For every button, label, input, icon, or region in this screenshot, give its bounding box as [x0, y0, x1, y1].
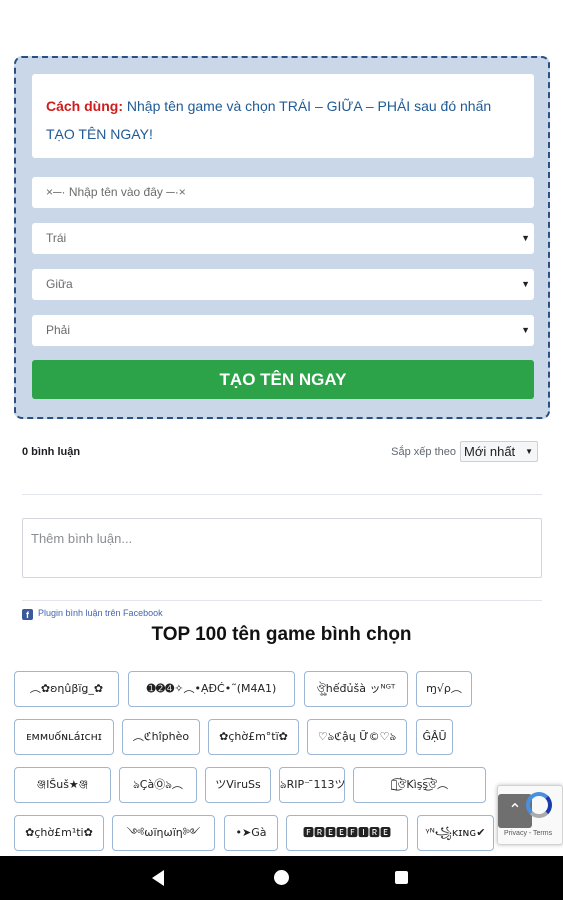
- left-select[interactable]: Trái ▼: [32, 223, 534, 254]
- recent-apps-icon[interactable]: [395, 871, 408, 884]
- name-chip[interactable]: ツViruSs: [205, 767, 271, 803]
- name-chip[interactable]: ➊➋➍✧︵•ẠĐĆ•˜(M4A1): [128, 671, 295, 707]
- name-chip[interactable]: ✿çhờ£m¹ti✿: [14, 815, 104, 851]
- name-chip[interactable]: ঌ͜͡ঔKìşş͜͡ঔ︵: [353, 767, 486, 803]
- instructions-box: Cách dùng: Nhập tên game và chọn TRÁI – …: [32, 74, 534, 158]
- name-input[interactable]: ×─· Nhập tên vào đây ─·×: [32, 177, 534, 208]
- middle-select[interactable]: Giữa ▼: [32, 269, 534, 300]
- page: Cách dùng: Nhập tên game và chọn TRÁI – …: [0, 0, 563, 900]
- add-comment-input[interactable]: Thêm bình luận...: [22, 518, 542, 578]
- sort-label: Sắp xếp theo: [391, 446, 456, 458]
- instructions-label: Cách dùng:: [46, 98, 123, 114]
- plugin-text: Plugin bình luận trên Facebook: [38, 608, 163, 618]
- android-nav-bar: [0, 856, 563, 900]
- middle-select-value: Giữa: [46, 277, 73, 291]
- divider: [22, 494, 542, 495]
- divider: [22, 600, 542, 601]
- name-generator-panel: Cách dùng: Nhập tên game và chọn TRÁI – …: [14, 56, 550, 419]
- name-chip[interactable]: 🅵🆁🅴🅴🅵🅸🆁🅴: [286, 815, 408, 851]
- recaptcha-icon: [526, 792, 552, 818]
- facebook-plugin-link[interactable]: f Plugin bình luận trên Facebook: [22, 608, 163, 620]
- recaptcha-text: Privacy - Terms: [504, 830, 553, 837]
- home-icon[interactable]: [274, 870, 289, 885]
- name-chip[interactable]: ♡ঌℭậų Ữ©♡ঌ: [307, 719, 407, 755]
- left-select-value: Trái: [46, 231, 67, 245]
- name-chip[interactable]: ༺ωïηωïη༻: [112, 815, 215, 851]
- name-chip[interactable]: ঌRIP⁻ ̄113ツ: [279, 767, 345, 803]
- name-chip[interactable]: •➤Gà: [224, 815, 278, 851]
- name-chip[interactable]: ᵞᴺ꧁ᴋɪɴɢ✔: [417, 815, 494, 851]
- comment-count: 0 bình luận: [22, 446, 81, 458]
- sort-select-value: Mới nhất: [464, 444, 516, 459]
- name-chip[interactable]: ঞ্জlŠuš★ঞ্জ: [14, 767, 111, 803]
- name-chip[interactable]: ︵✿ʚηûβïǥ_✿: [14, 671, 119, 707]
- sort-select[interactable]: Mới nhất ▼: [460, 441, 538, 462]
- comments-header: 0 bình luận Sắp xếp theo Mới nhất ▼: [22, 440, 540, 464]
- right-select-value: Phải: [46, 323, 71, 337]
- chevron-down-icon: ▼: [521, 325, 530, 335]
- generate-name-button[interactable]: TẠO TÊN NGAY: [32, 360, 534, 399]
- name-input-placeholder: ×─· Nhập tên vào đây ─·×: [46, 185, 186, 199]
- name-chip[interactable]: ঔৣhếđủšà ッᴺᴳᵀ: [304, 671, 408, 707]
- name-chip[interactable]: ঌÇàⓄঌ︵: [119, 767, 197, 803]
- name-chip[interactable]: ᴇᴍᴍᴜốɴʟáɪᴄʜɪ: [14, 719, 114, 755]
- top-names-title: TOP 100 tên game bình chọn: [151, 624, 412, 645]
- chevron-down-icon: ▼: [525, 447, 533, 456]
- chevron-down-icon: ▼: [521, 233, 530, 243]
- facebook-icon: f: [22, 609, 33, 620]
- name-chip[interactable]: ɱ√ρ︵: [416, 671, 472, 707]
- name-chip[interactable]: ✿çhờ£m°tï✿: [208, 719, 299, 755]
- back-icon[interactable]: [152, 870, 164, 886]
- name-chip[interactable]: ĜẬŨ: [416, 719, 453, 755]
- right-select[interactable]: Phải ▼: [32, 315, 534, 346]
- recaptcha-badge[interactable]: ⌃ Privacy - Terms: [497, 785, 563, 845]
- add-comment-placeholder: Thêm bình luận...: [31, 531, 133, 546]
- name-chip[interactable]: ︵ℭhîphèo: [122, 719, 200, 755]
- chevron-down-icon: ▼: [521, 279, 530, 289]
